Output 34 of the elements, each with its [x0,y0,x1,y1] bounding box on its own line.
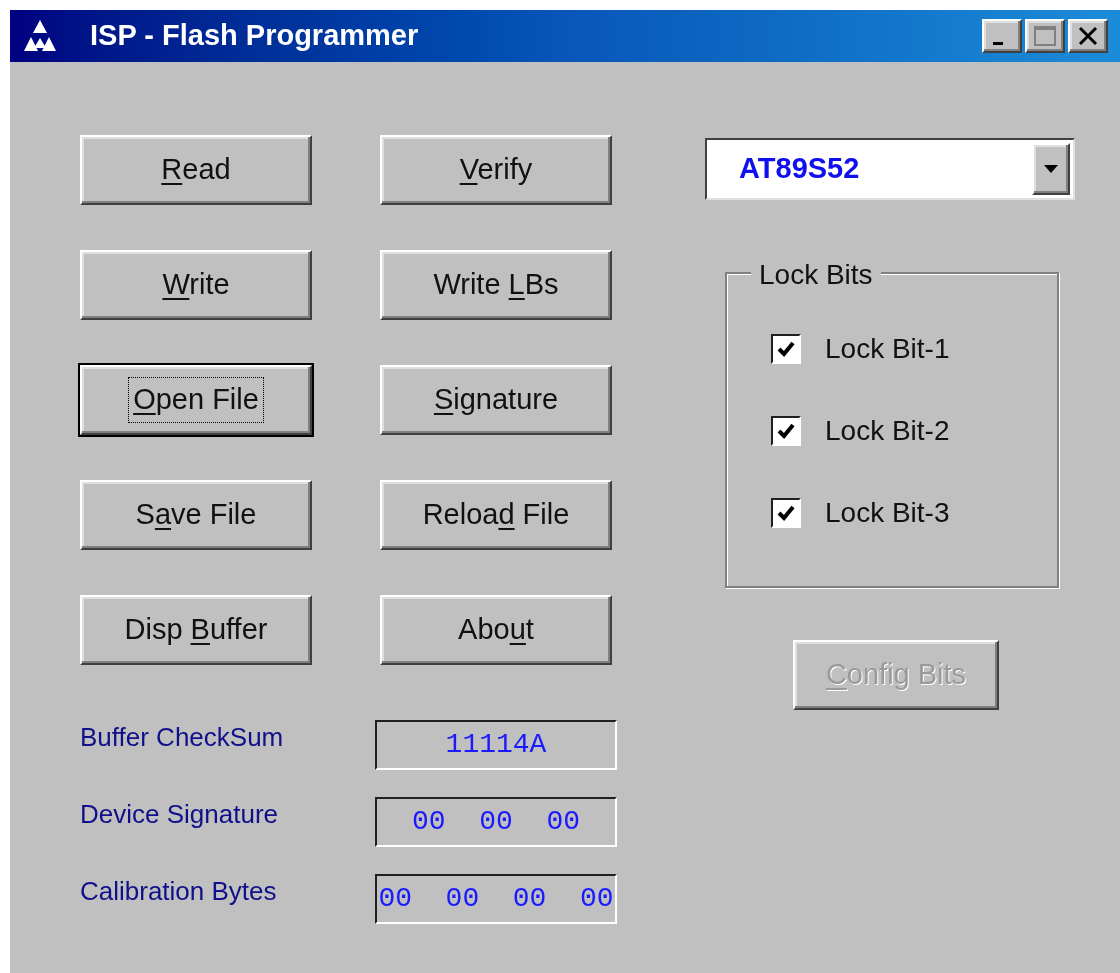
checkbox-label: Lock Bit-1 [825,332,950,366]
maximize-icon [1034,26,1056,46]
maximize-button[interactable] [1025,19,1065,53]
action-button[interactable]: Disp Buffer [80,595,312,665]
close-button[interactable] [1068,19,1108,53]
action-button[interactable]: Signature [380,365,612,435]
checkmark-icon [776,339,796,359]
readout-label: Buffer CheckSum [80,720,285,754]
action-button[interactable]: Open File [80,365,312,435]
checkbox[interactable] [771,498,801,528]
device-dropdown[interactable]: AT89S52 [705,138,1075,200]
action-button[interactable]: About [380,595,612,665]
minimize-button[interactable] [982,19,1022,53]
readout-field: 00 00 00 [375,797,617,847]
minimize-icon [993,41,1003,45]
close-icon [1077,26,1099,46]
checkbox[interactable] [771,416,801,446]
action-button[interactable]: Reload File [380,480,612,550]
action-button[interactable]: Read [80,135,312,205]
checkbox-label: Lock Bit-3 [825,496,950,530]
readout-label: Device Signature [80,797,279,831]
checkbox[interactable] [771,334,801,364]
checkmark-icon [776,503,796,523]
action-button[interactable]: Write LBs [380,250,612,320]
action-button[interactable]: Verify [380,135,612,205]
window-title: ISP - Flash Programmer [90,18,419,54]
checkmark-icon [776,421,796,441]
readout-label: Calibration Bytes [80,874,278,908]
readout-field: 00 00 00 00 [375,874,617,924]
action-button[interactable]: Write [80,250,312,320]
checkbox-label: Lock Bit-2 [825,414,950,448]
action-button[interactable]: Save File [80,480,312,550]
readout-field: 11114A [375,720,617,770]
app-logo-icon [22,18,58,54]
